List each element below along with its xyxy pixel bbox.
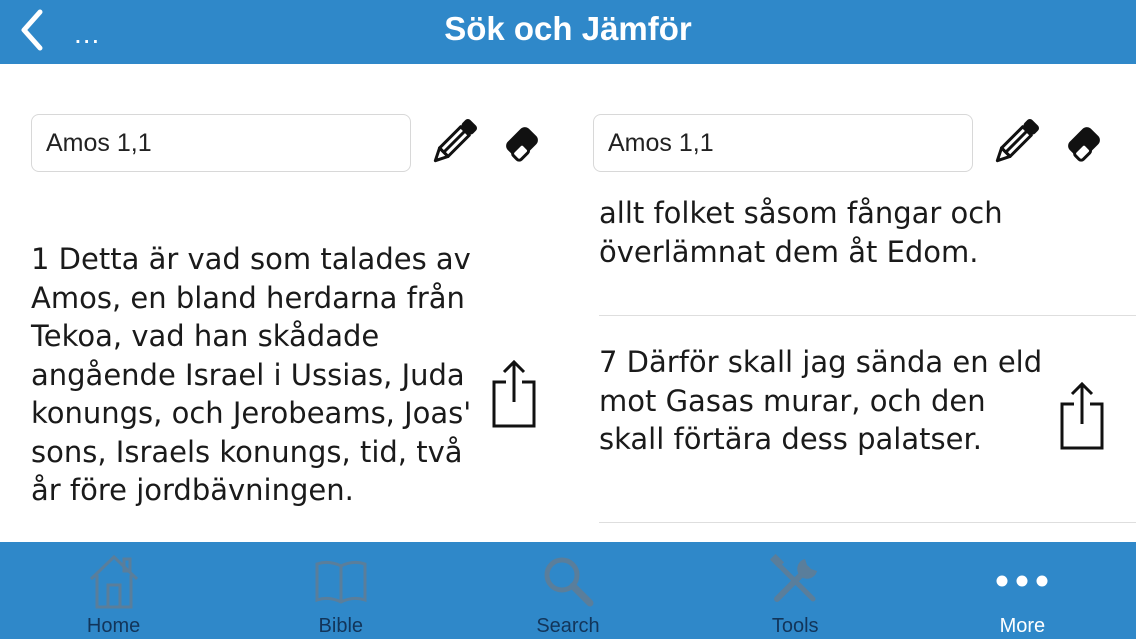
more-icon: [987, 550, 1057, 612]
tab-tools-label: Tools: [771, 615, 819, 637]
eraser-icon: [506, 127, 538, 162]
tab-home-label: Home: [86, 615, 141, 637]
verse-divider: [599, 315, 1136, 316]
left-reference-input[interactable]: [31, 114, 411, 172]
share-icon: [1060, 381, 1104, 450]
search-icon: [533, 550, 603, 612]
tools-icon: [760, 550, 830, 612]
page-title: Sök och Jämför: [444, 10, 692, 47]
home-icon: [79, 550, 149, 612]
right-compare-panel: allt folket såsom fångar och överlämnat …: [568, 64, 1136, 542]
right-share-button[interactable]: [1054, 378, 1110, 454]
verse-text: 7 Därför skall jag sända en eld mot Gasa…: [599, 345, 1043, 456]
top-bar: ... Sök och Jämför: [0, 0, 1136, 64]
right-erase-button[interactable]: [1057, 116, 1111, 170]
app-screen: ... Sök och Jämför 1: [0, 0, 1136, 639]
right-reference-input[interactable]: [593, 114, 973, 172]
verse-divider: [599, 522, 1136, 523]
verse-text: 1 Detta är vad som talades av Amos, en b…: [31, 242, 472, 507]
tab-bible-label: Bible: [318, 615, 364, 637]
left-compare-panel: 1 Detta är vad som talades av Amos, en b…: [0, 64, 563, 542]
bottom-tab-bar: Home Bible Search Tools More: [0, 542, 1136, 639]
right-edit-button[interactable]: [988, 116, 1042, 170]
pencil-icon: [995, 118, 1040, 163]
tab-more[interactable]: More: [909, 542, 1136, 639]
tab-search-label: Search: [536, 615, 600, 637]
share-icon: [492, 359, 536, 428]
tab-search[interactable]: Search: [454, 542, 681, 639]
book-icon: [306, 550, 376, 612]
tab-home[interactable]: Home: [0, 542, 227, 639]
left-erase-button[interactable]: [495, 116, 549, 170]
tab-tools[interactable]: Tools: [682, 542, 909, 639]
previous-verse-text: allt folket såsom fångar och överlämnat …: [599, 196, 1003, 269]
tab-bible[interactable]: Bible: [227, 542, 454, 639]
pencil-icon: [433, 118, 478, 163]
left-edit-button[interactable]: [426, 116, 480, 170]
eraser-icon: [1068, 127, 1100, 162]
left-share-button[interactable]: [486, 356, 542, 432]
tab-more-label: More: [999, 615, 1046, 637]
